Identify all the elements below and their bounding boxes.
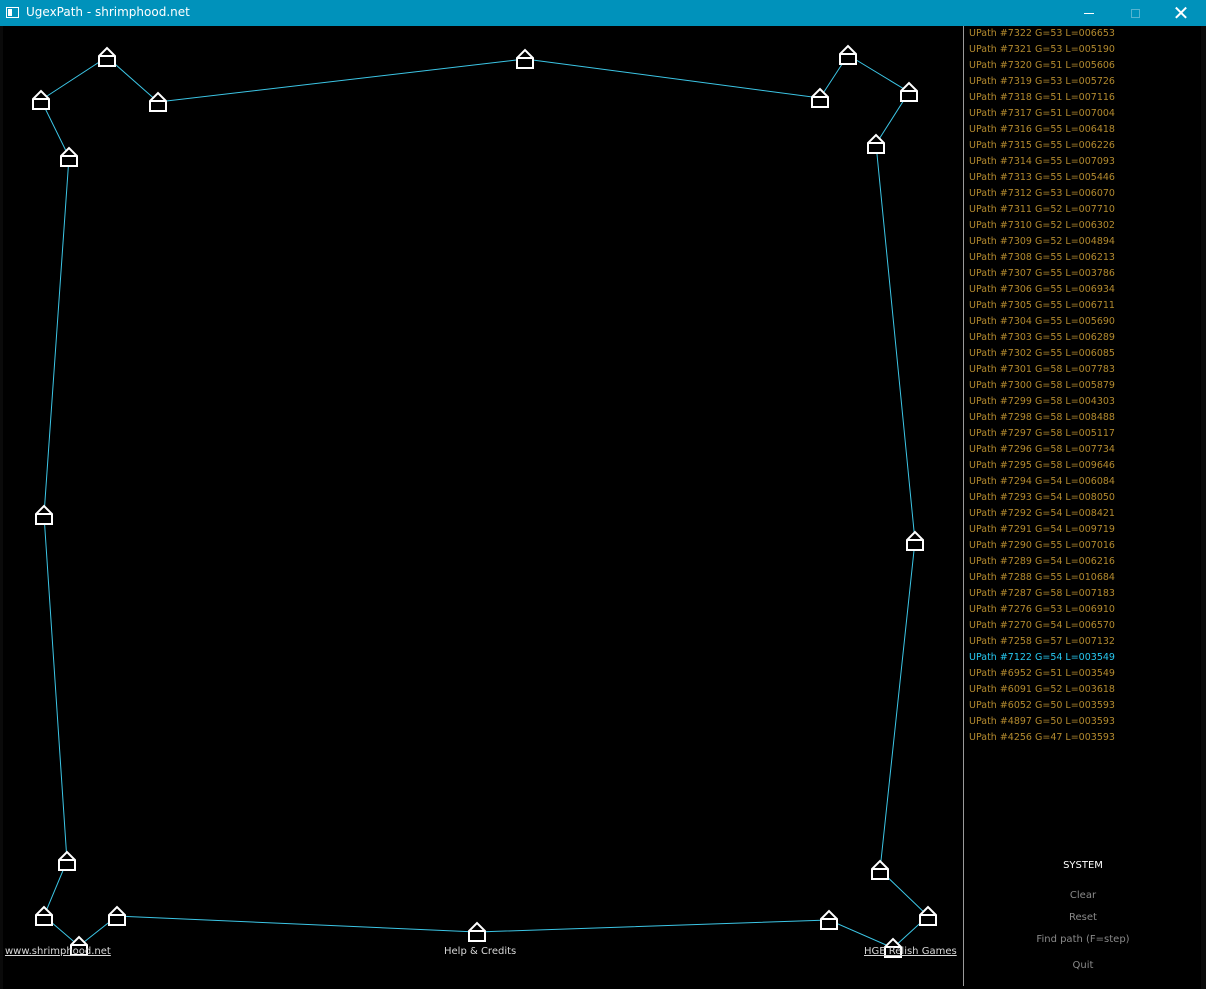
path-node-icon[interactable]	[108, 905, 126, 926]
path-node-icon[interactable]	[919, 905, 937, 926]
path-list-item[interactable]: UPath #7276 G=53 L=006910	[969, 602, 1115, 618]
path-list-item[interactable]: UPath #7310 G=52 L=006302	[969, 218, 1115, 234]
path-list-item[interactable]: UPath #7306 G=55 L=006934	[969, 282, 1115, 298]
path-node-icon[interactable]	[35, 905, 53, 926]
sidebar: UPath #7322 G=53 L=006653 UPath #7321 G=5…	[963, 26, 1202, 986]
path-list-item[interactable]: UPath #4256 G=47 L=003593	[969, 730, 1115, 746]
path-list-item[interactable]: UPath #6052 G=50 L=003593	[969, 698, 1115, 714]
path-list-item[interactable]: UPath #7314 G=55 L=007093	[969, 154, 1115, 170]
path-list-item[interactable]: UPath #7312 G=53 L=006070	[969, 186, 1115, 202]
path-list-item[interactable]: UPath #7321 G=53 L=005190	[969, 42, 1115, 58]
path-list[interactable]: UPath #7322 G=53 L=006653 UPath #7321 G=5…	[969, 26, 1115, 746]
path-list-item[interactable]: UPath #7316 G=55 L=006418	[969, 122, 1115, 138]
path-list-item[interactable]: UPath #7288 G=55 L=010684	[969, 570, 1115, 586]
minimize-icon	[1084, 12, 1094, 14]
close-button[interactable]: ✕	[1158, 0, 1204, 26]
quit-button[interactable]: Quit	[964, 960, 1202, 971]
path-list-item[interactable]: UPath #7303 G=55 L=006289	[969, 330, 1115, 346]
path-node-icon[interactable]	[60, 146, 78, 167]
path-node-icon[interactable]	[839, 44, 857, 65]
path-list-item[interactable]: UPath #7296 G=58 L=007734	[969, 442, 1115, 458]
path-list-item[interactable]: UPath #7293 G=54 L=008050	[969, 490, 1115, 506]
path-list-item[interactable]: UPath #7292 G=54 L=008421	[969, 506, 1115, 522]
path-node-icon[interactable]	[820, 909, 838, 930]
path-list-item[interactable]: UPath #7315 G=55 L=006226	[969, 138, 1115, 154]
relish-games-link[interactable]: HGE Relish Games	[864, 946, 957, 957]
path-node-icon[interactable]	[58, 850, 76, 871]
path-node-icon[interactable]	[468, 921, 486, 942]
path-list-item[interactable]: UPath #4897 G=50 L=003593	[969, 714, 1115, 730]
path-node-icon[interactable]	[867, 133, 885, 154]
path-node-icon[interactable]	[35, 504, 53, 525]
path-list-item[interactable]: UPath #7297 G=58 L=005117	[969, 426, 1115, 442]
path-node-icon[interactable]	[871, 859, 889, 880]
path-list-item[interactable]: UPath #7319 G=53 L=005726	[969, 74, 1115, 90]
path-list-item[interactable]: UPath #7290 G=55 L=007016	[969, 538, 1115, 554]
path-list-item[interactable]: UPath #7308 G=55 L=006213	[969, 250, 1115, 266]
window-title: UgexPath - shrimphood.net	[26, 5, 190, 19]
title-bar[interactable]: UgexPath - shrimphood.net ✕	[0, 0, 1206, 26]
path-node-icon[interactable]	[98, 46, 116, 67]
maximize-button[interactable]	[1112, 0, 1158, 26]
path-node-icon[interactable]	[32, 89, 50, 110]
path-list-item[interactable]: UPath #6952 G=51 L=003549	[969, 666, 1115, 682]
path-list-item[interactable]: UPath #7302 G=55 L=006085	[969, 346, 1115, 362]
path-list-item[interactable]: UPath #7300 G=58 L=005879	[969, 378, 1115, 394]
path-list-item[interactable]: UPath #6091 G=52 L=003618	[969, 682, 1115, 698]
path-list-item[interactable]: UPath #7317 G=51 L=007004	[969, 106, 1115, 122]
path-list-item[interactable]: UPath #7301 G=58 L=007783	[969, 362, 1115, 378]
path-node-icon[interactable]	[516, 48, 534, 69]
path-list-item[interactable]: UPath #7270 G=54 L=006570	[969, 618, 1115, 634]
path-node-icon[interactable]	[906, 530, 924, 551]
path-list-item[interactable]: UPath #7289 G=54 L=006216	[969, 554, 1115, 570]
path-list-item[interactable]: UPath #7122 G=54 L=003549	[969, 650, 1115, 666]
path-list-item[interactable]: UPath #7295 G=58 L=009646	[969, 458, 1115, 474]
path-canvas[interactable]	[3, 26, 962, 986]
path-list-item[interactable]: UPath #7291 G=54 L=009719	[969, 522, 1115, 538]
clear-button[interactable]: Clear	[964, 890, 1202, 901]
path-list-item[interactable]: UPath #7287 G=58 L=007183	[969, 586, 1115, 602]
path-list-item[interactable]: UPath #7299 G=58 L=004303	[969, 394, 1115, 410]
path-list-item[interactable]: UPath #7294 G=54 L=006084	[969, 474, 1115, 490]
system-menu-title: SYSTEM	[1063, 860, 1103, 871]
path-list-item[interactable]: UPath #7309 G=52 L=004894	[969, 234, 1115, 250]
maximize-icon	[1130, 8, 1140, 18]
path-graph[interactable]	[3, 26, 962, 986]
app-window-icon[interactable]	[6, 7, 19, 18]
path-list-item[interactable]: UPath #7322 G=53 L=006653	[969, 26, 1115, 42]
close-icon: ✕	[1172, 1, 1190, 25]
minimize-button[interactable]	[1066, 0, 1112, 26]
window-border-right	[1201, 26, 1206, 989]
path-list-item[interactable]: UPath #7258 G=57 L=007132	[969, 634, 1115, 650]
path-list-item[interactable]: UPath #7313 G=55 L=005446	[969, 170, 1115, 186]
path-list-item[interactable]: UPath #7318 G=51 L=007116	[969, 90, 1115, 106]
website-link[interactable]: www.shrimphood.net	[5, 946, 111, 957]
help-credits-link[interactable]: Help & Credits	[444, 946, 516, 957]
reset-button[interactable]: Reset	[964, 912, 1202, 923]
path-list-item[interactable]: UPath #7305 G=55 L=006711	[969, 298, 1115, 314]
path-list-item[interactable]: UPath #7307 G=55 L=003786	[969, 266, 1115, 282]
path-node-icon[interactable]	[811, 87, 829, 108]
path-list-item[interactable]: UPath #7298 G=58 L=008488	[969, 410, 1115, 426]
path-list-item[interactable]: UPath #7320 G=51 L=005606	[969, 58, 1115, 74]
find-path-button[interactable]: Find path (F=step)	[964, 934, 1202, 945]
path-node-icon[interactable]	[900, 81, 918, 102]
path-list-item[interactable]: UPath #7304 G=55 L=005690	[969, 314, 1115, 330]
path-route-line	[40, 54, 929, 949]
app-window: UgexPath - shrimphood.net ✕ UPath #7322 …	[0, 0, 1206, 989]
path-node-icon[interactable]	[149, 91, 167, 112]
path-list-item[interactable]: UPath #7311 G=52 L=007710	[969, 202, 1115, 218]
